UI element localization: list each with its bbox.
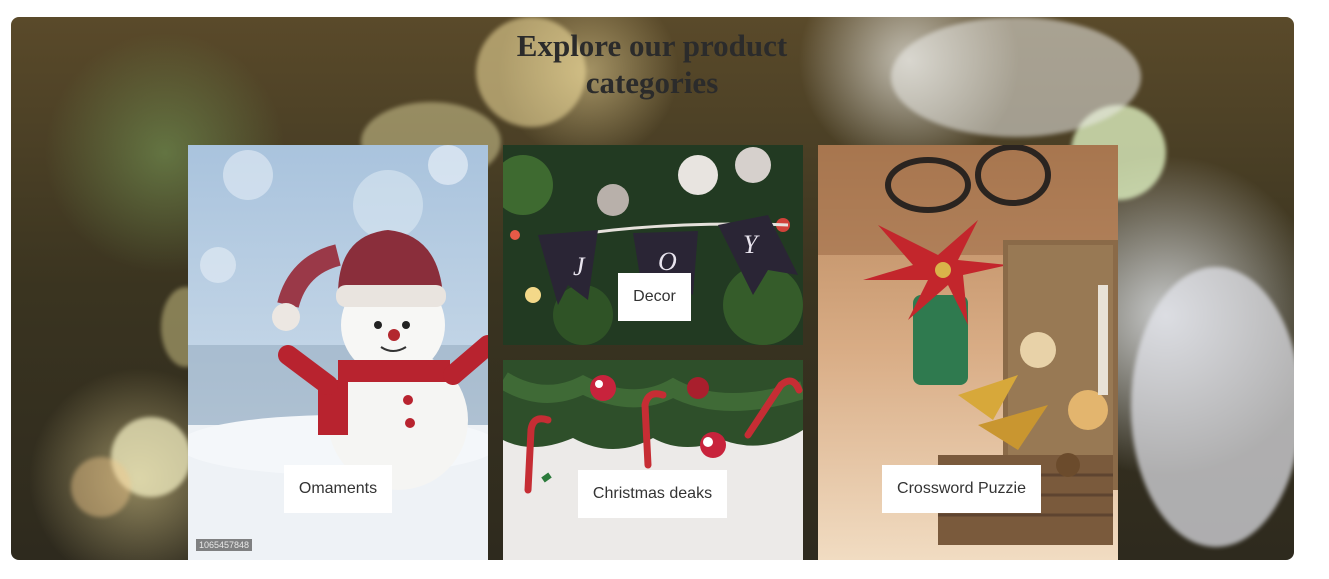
category-label-crossword-puzzie[interactable]: Crossword Puzzie (882, 465, 1041, 513)
category-card-ornaments[interactable]: 1065457848 Omaments (188, 145, 488, 560)
bokeh-light (1131, 267, 1294, 547)
candy-cane-garland-photo (503, 360, 803, 560)
svg-text:Y: Y (743, 230, 760, 259)
section-title: Explore our product categories (516, 28, 788, 100)
bokeh-light (71, 457, 131, 517)
svg-text:O: O (658, 247, 677, 276)
stock-id-watermark: 1065457848 (196, 539, 253, 551)
category-card-crossword-puzzie[interactable]: Crossword Puzzie (818, 145, 1118, 560)
bokeh-light (891, 17, 1141, 137)
category-card-christmas-deaks[interactable]: Christmas deaks (503, 360, 803, 560)
category-card-decor[interactable]: J O Y Decor (503, 145, 803, 345)
category-label-ornaments[interactable]: Omaments (284, 465, 392, 513)
category-label-christmas-deaks[interactable]: Christmas deaks (578, 470, 727, 518)
category-label-decor[interactable]: Decor (618, 273, 691, 321)
svg-text:J: J (573, 252, 586, 281)
